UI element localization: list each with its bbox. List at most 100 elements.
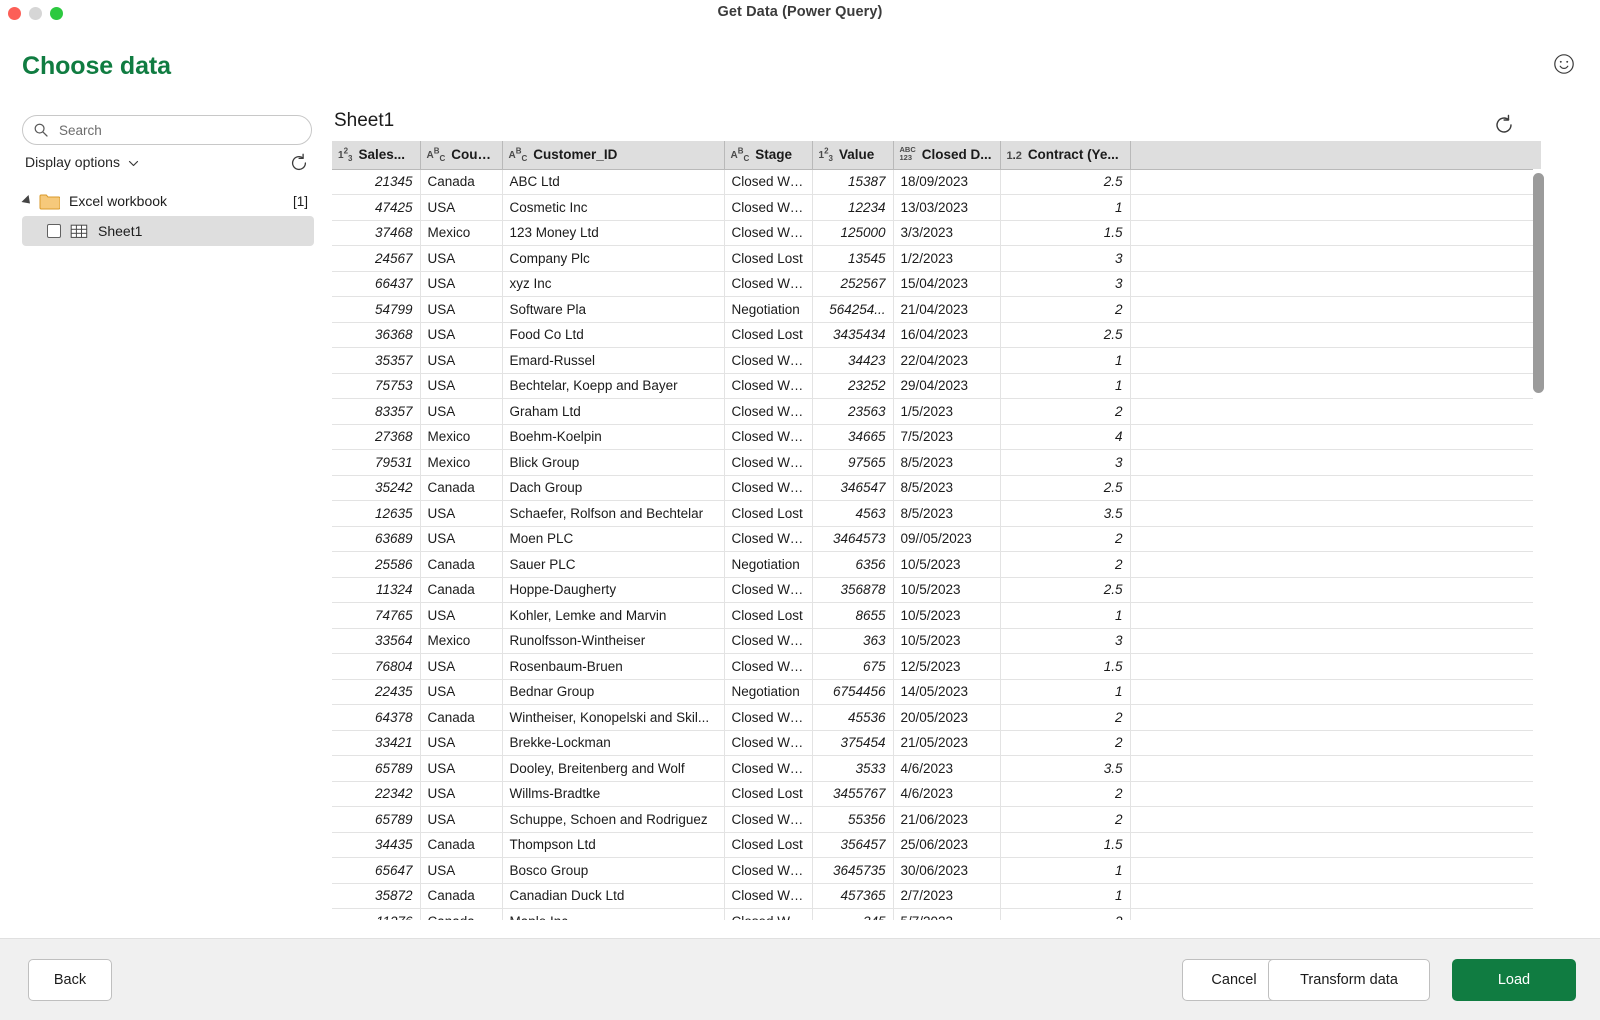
back-button[interactable]: Back — [28, 959, 112, 1001]
table-row[interactable]: 24567 USA Company Plc Closed Lost 13545 1/2/2… — [332, 245, 1541, 272]
table-cell: 3.5 — [1000, 500, 1131, 527]
refresh-icon[interactable] — [1492, 113, 1516, 137]
table-row[interactable]: 34435 Canada Thompson Ltd Closed Lost 356457… — [332, 832, 1541, 858]
expand-collapse-triangle-icon[interactable] — [21, 194, 34, 208]
table-cell: 3435434 — [812, 322, 894, 348]
table-cell: 47425 — [332, 194, 421, 221]
table-row[interactable]: 83357 USA Graham Ltd Closed Won 23563 1/5/202… — [332, 398, 1541, 425]
preview-vertical-scrollbar[interactable] — [1533, 169, 1544, 921]
table-cell: 35357 — [332, 347, 421, 374]
load-button[interactable]: Load — [1452, 959, 1576, 1001]
table-cell: 63689 — [332, 526, 421, 552]
transform-data-button[interactable]: Transform data — [1268, 959, 1430, 1001]
column-header-value[interactable]: 123 Value — [812, 141, 894, 170]
table-cell — [1130, 194, 1541, 221]
table-row[interactable]: 33564 Mexico Runolfsson-Wintheiser Closed W… — [332, 628, 1541, 654]
table-cell — [1130, 577, 1541, 603]
table-cell: 457365 — [812, 883, 894, 909]
column-header-closed-d[interactable]: ABC 123 Closed D... — [893, 141, 1001, 170]
table-row[interactable]: 47425 USA Cosmetic Inc Closed Won 12234 13/03… — [332, 194, 1541, 221]
table-cell: 10/5/2023 — [893, 551, 1001, 578]
table-cell: 21/05/2023 — [893, 730, 1001, 756]
table-row[interactable]: 74765 USA Kohler, Lemke and Marvin Closed L… — [332, 602, 1541, 629]
table-row[interactable]: 79531 Mexico Blick Group Closed Won 97565 8/5… — [332, 449, 1541, 476]
column-header-contract-ye[interactable]: 1.2 Contract (Ye... — [1000, 141, 1131, 170]
table-cell: 13545 — [812, 245, 894, 272]
table-cell — [1130, 781, 1541, 807]
table-cell: Dooley, Breitenberg and Wolf — [502, 755, 725, 782]
tree-item-sheet1[interactable]: Sheet1 — [22, 216, 314, 246]
table-cell: 34435 — [332, 832, 421, 858]
table-row[interactable]: 35872 Canada Canadian Duck Ltd Closed Won 45… — [332, 883, 1541, 909]
tree-item-excel-workbook[interactable]: Excel workbook [1] — [0, 186, 330, 216]
table-row[interactable]: 35357 USA Emard-Russel Closed Won 34423 22/04… — [332, 347, 1541, 374]
table-cell: 345 — [812, 908, 894, 920]
search-box[interactable] — [22, 115, 312, 145]
column-header-sales[interactable]: 123 Sales... — [332, 141, 421, 170]
table-cell: Closed Lost — [724, 602, 813, 629]
table-cell: Mexico — [420, 449, 503, 476]
table-row[interactable]: 27368 Mexico Boehm-Koelpin Closed Won 34665 7… — [332, 424, 1541, 450]
table-cell: xyz Inc — [502, 271, 725, 297]
table-row[interactable]: 54799 USA Software Pla Negotiation 564254...… — [332, 296, 1541, 323]
table-cell — [1130, 857, 1541, 884]
table-row[interactable]: 66437 USA xyz Inc Closed Won 252567 15/04/202… — [332, 271, 1541, 297]
table-row[interactable]: 75753 USA Bechtelar, Koepp and Bayer Closed… — [332, 373, 1541, 399]
table-cell: Mexico — [420, 220, 503, 246]
table-row[interactable]: 65789 USA Dooley, Breitenberg and Wolf Clos… — [332, 755, 1541, 782]
table-cell: 2 — [1000, 730, 1131, 756]
display-options-dropdown[interactable]: Display options — [25, 154, 140, 170]
smiley-icon[interactable] — [1548, 48, 1580, 80]
column-header-label: Contract (Ye... — [1027, 147, 1119, 163]
table-row[interactable]: 22342 USA Willms-Bradtke Closed Lost 3455767… — [332, 781, 1541, 807]
table-cell: 123 Money Ltd — [502, 220, 725, 246]
table-row[interactable]: 33421 USA Brekke-Lockman Closed Won 375454 21… — [332, 730, 1541, 756]
table-cell: 1/2/2023 — [893, 245, 1001, 272]
table-cell — [1130, 704, 1541, 731]
table-cell — [1130, 347, 1541, 374]
table-cell — [1130, 679, 1541, 705]
table-cell: 76804 — [332, 653, 421, 680]
table-cell: 27368 — [332, 424, 421, 450]
sheet-icon — [70, 223, 89, 240]
table-cell: Company Plc — [502, 245, 725, 272]
table-row[interactable]: 63689 USA Moen PLC Closed Won 3464573 09//05/… — [332, 526, 1541, 552]
table-cell: 21/06/2023 — [893, 806, 1001, 833]
column-header-coun[interactable]: ABC Coun... — [420, 141, 503, 170]
table-cell: 675 — [812, 653, 894, 680]
table-row[interactable]: 37468 Mexico 123 Money Ltd Closed Won 125000… — [332, 220, 1541, 246]
table-cell: 8655 — [812, 602, 894, 629]
table-cell: 09//05/2023 — [893, 526, 1001, 552]
table-row[interactable]: 12635 USA Schaefer, Rolfson and Bechtelar C… — [332, 500, 1541, 527]
table-row[interactable]: 65647 USA Bosco Group Closed Won 3645735 30/0… — [332, 857, 1541, 884]
table-row[interactable]: 35242 Canada Dach Group Closed Won 346547 8/5… — [332, 475, 1541, 501]
table-cell: Canada — [420, 169, 503, 195]
table-row[interactable]: 22435 USA Bednar Group Negotiation 6754456 14… — [332, 679, 1541, 705]
table-row[interactable]: 21345 Canada ABC Ltd Closed Won 15387 18/09/2… — [332, 169, 1541, 195]
refresh-icon[interactable] — [288, 152, 310, 174]
table-cell: 2/7/2023 — [893, 883, 1001, 909]
scrollbar-thumb[interactable] — [1533, 173, 1544, 393]
search-icon — [33, 122, 49, 138]
table-cell: 55356 — [812, 806, 894, 833]
sheet1-checkbox[interactable] — [47, 224, 61, 238]
table-cell: 45536 — [812, 704, 894, 731]
table-cell: Closed Won — [724, 475, 813, 501]
table-cell: 1 — [1000, 347, 1131, 374]
table-row[interactable]: 11276CanadaMaple IncClosed Won3455/7/202… — [332, 908, 1541, 920]
table-cell: Boehm-Koelpin — [502, 424, 725, 450]
table-row[interactable]: 65789 USA Schuppe, Schoen and Rodriguez Clo… — [332, 806, 1541, 833]
preview-grid-scroll-area[interactable]: 123 Sales... ABC Coun... ABC Customer_ID ABC St… — [332, 141, 1541, 920]
column-header-stage[interactable]: ABC Stage — [724, 141, 813, 170]
table-cell: 252567 — [812, 271, 894, 297]
table-row[interactable]: 36368 USA Food Co Ltd Closed Lost 3435434 16/… — [332, 322, 1541, 348]
search-input[interactable] — [57, 121, 297, 139]
table-row[interactable]: 64378 Canada Wintheiser, Konopelski and Sk… — [332, 704, 1541, 731]
table-row[interactable]: 11324 Canada Hoppe-Daugherty Closed Won 3568… — [332, 577, 1541, 603]
table-cell: USA — [420, 602, 503, 629]
table-row[interactable]: 25586 Canada Sauer PLC Negotiation 6356 10/5/… — [332, 551, 1541, 578]
table-row[interactable]: 76804 USA Rosenbaum-Bruen Closed Won 675 12/5… — [332, 653, 1541, 680]
table-cell: 1/5/2023 — [893, 398, 1001, 425]
column-header-customer-id[interactable]: ABC Customer_ID — [502, 141, 725, 170]
table-cell — [1130, 169, 1541, 195]
